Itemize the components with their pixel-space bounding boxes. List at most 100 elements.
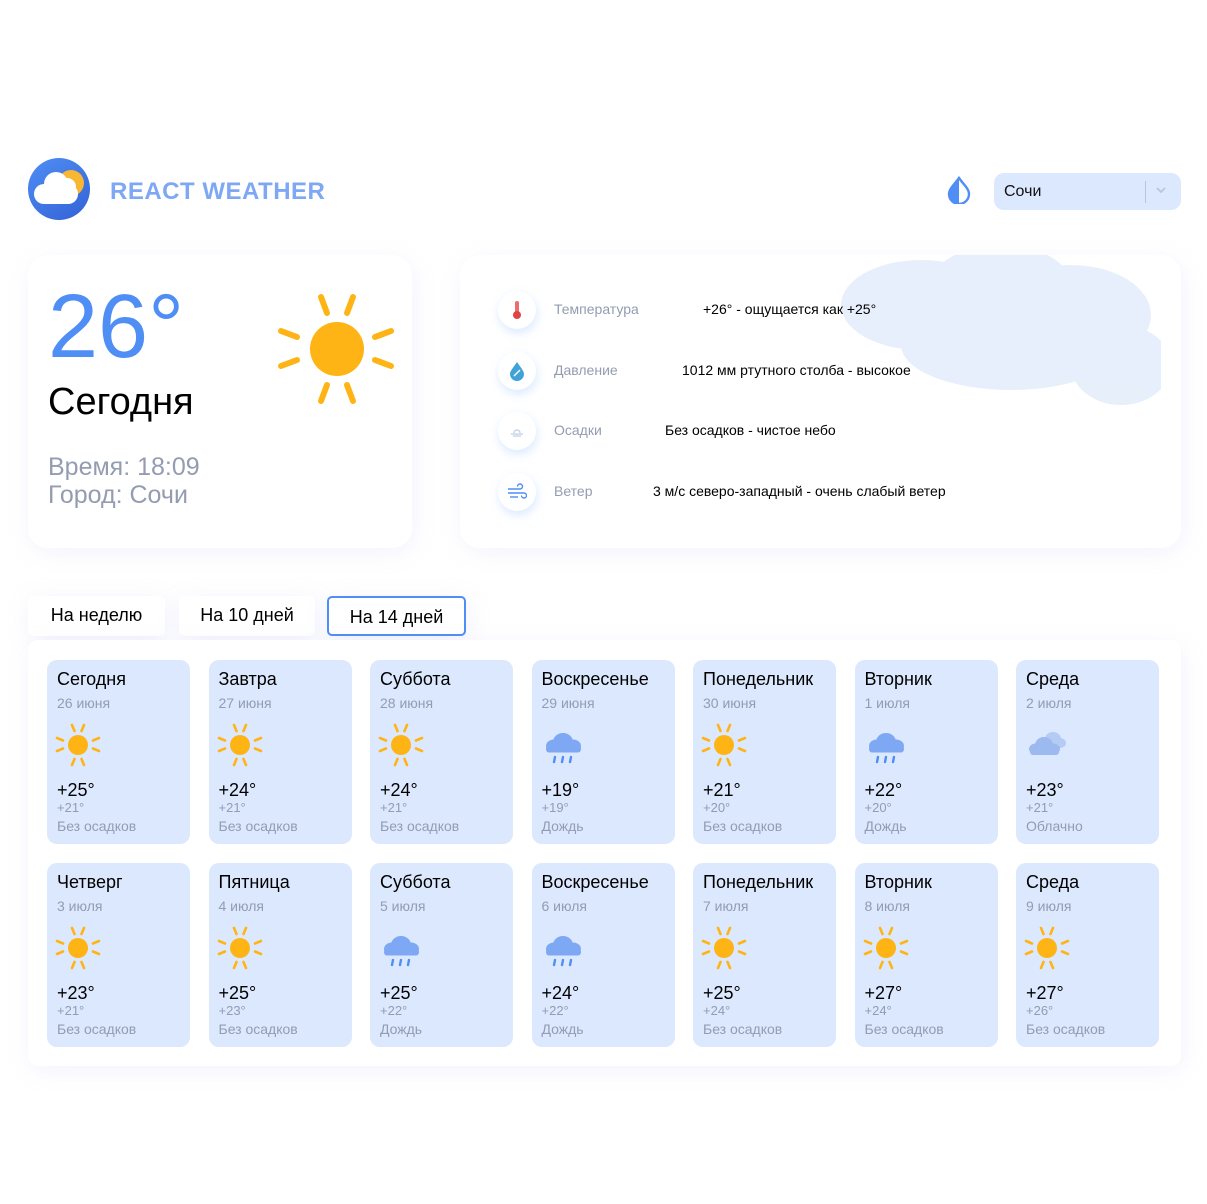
forecast-day-card[interactable]: Суббота 5 июля +25° +22° Дождь — [370, 863, 513, 1047]
forecast-max-temp: +25° — [57, 780, 95, 800]
forecast-date: 30 июня — [703, 695, 757, 711]
forecast-date: 9 июля — [1026, 898, 1072, 914]
forecast-day-name: Вторник — [864, 872, 932, 892]
forecast-day-card[interactable]: Четверг 3 июля +23° +21° Без осадков — [47, 863, 190, 1047]
sun-icon — [1024, 925, 1070, 971]
tab-week[interactable]: На неделю — [28, 596, 165, 636]
forecast-day-name: Воскресенье — [541, 669, 649, 689]
forecast-max-temp: +24° — [541, 983, 580, 1003]
sun-icon — [701, 925, 747, 971]
forecast-description: Дождь — [864, 818, 907, 834]
forecast-max-temp: +25° — [703, 983, 741, 1003]
forecast-min-temp: +21° — [57, 800, 85, 815]
current-temperature: 26° — [48, 277, 185, 377]
forecast-description: Без осадков — [218, 818, 298, 834]
forecast-day-card[interactable]: Воскресенье 6 июля +24° +22° Дождь — [531, 863, 675, 1047]
forecast-day-card[interactable]: Воскресенье 29 июня +19° +19° Дождь — [531, 660, 675, 844]
forecast-max-temp: +21° — [703, 780, 741, 800]
forecast-day-name: Суббота — [380, 669, 451, 689]
forecast-min-temp: +20° — [864, 800, 892, 815]
cloud-icon — [1024, 722, 1070, 768]
forecast-description: Без осадков — [1026, 1021, 1106, 1037]
detail-value: 3 м/с северо-западный - очень слабый вет… — [653, 483, 946, 499]
today-card: 26° Сегодня Время: 18:09 Город: Сочи — [28, 255, 412, 548]
cloud-background-icon — [841, 255, 1161, 405]
thermometer-icon — [498, 291, 536, 329]
forecast-description: Без осадков — [703, 1021, 783, 1037]
detail-label: Давление — [554, 362, 618, 378]
app-title: REACT WEATHER — [110, 178, 326, 205]
theme-toggle-icon[interactable] — [946, 175, 972, 206]
pressure-drop-icon — [498, 352, 536, 390]
forecast-day-card[interactable]: Вторник 1 июля +22° +20° Дождь — [854, 660, 998, 844]
forecast-description: Облачно — [1026, 818, 1083, 834]
forecast-description: Дождь — [380, 1021, 423, 1037]
forecast-day-card[interactable]: Среда 9 июля +27° +26° Без осадков — [1016, 863, 1159, 1047]
header: REACT WEATHER Сочи — [28, 158, 1181, 222]
forecast-day-card[interactable]: Среда 2 июля +23° +21° Облачно — [1016, 660, 1159, 844]
forecast-day-name: Четверг — [57, 872, 123, 892]
current-city: Город: Сочи — [48, 481, 188, 509]
forecast-description: Дождь — [541, 1021, 584, 1037]
forecast-day-card[interactable]: Суббота 28 июня +24° +21° Без осадков — [370, 660, 513, 844]
forecast-day-card[interactable]: Сегодня 26 июня +25° +21° Без осадков — [47, 660, 190, 844]
forecast-description: Дождь — [541, 818, 584, 834]
forecast-date: 2 июля — [1026, 695, 1072, 711]
forecast-max-temp: +27° — [864, 983, 903, 1003]
tab-label: На 10 дней — [200, 605, 294, 625]
forecast-min-temp: +24° — [703, 1003, 731, 1018]
forecast-day-name: Воскресенье — [541, 872, 649, 892]
detail-value: 1012 мм ртутного столба - высокое — [682, 362, 911, 378]
sun-icon — [278, 294, 394, 404]
forecast-min-temp: +19° — [541, 800, 569, 815]
logo-icon — [28, 158, 90, 220]
forecast-grid: Сегодня 26 июня +25° +21° Без осадков Завтра 2… — [28, 640, 1181, 1066]
tab-14-days[interactable]: На 14 дней — [327, 596, 466, 636]
forecast-date: 4 июля — [218, 898, 264, 914]
forecast-day-name: Суббота — [380, 872, 451, 892]
forecast-day-card[interactable]: Понедельник 7 июля +25° +24° Без осадков — [693, 863, 836, 1047]
sun-icon — [55, 925, 101, 971]
forecast-date: 1 июля — [864, 695, 910, 711]
forecast-min-temp: +20° — [703, 800, 731, 815]
forecast-date: 5 июля — [380, 898, 426, 914]
forecast-min-temp: +21° — [218, 800, 246, 815]
detail-label: Осадки — [554, 422, 602, 438]
forecast-max-temp: +24° — [380, 780, 418, 800]
rain-icon — [540, 925, 586, 971]
sun-icon — [378, 722, 424, 768]
detail-label: Температура — [554, 301, 639, 317]
city-select-value: Сочи — [1004, 183, 1042, 200]
sun-icon — [217, 722, 263, 768]
forecast-date: 26 июня — [57, 695, 111, 711]
chevron-down-icon — [1156, 187, 1166, 194]
city-select[interactable]: Сочи — [994, 173, 1181, 210]
rain-icon — [378, 925, 424, 971]
detail-label: Ветер — [554, 483, 593, 499]
forecast-description: Без осадков — [218, 1021, 298, 1037]
wind-icon — [498, 473, 536, 511]
forecast-day-name: Понедельник — [703, 872, 814, 892]
forecast-max-temp: +27° — [1026, 983, 1064, 1003]
detail-value: Без осадков - чистое небо — [665, 422, 836, 438]
forecast-day-name: Пятница — [218, 872, 290, 892]
forecast-day-card[interactable]: Понедельник 30 июня +21° +20° Без осадков — [693, 660, 836, 844]
forecast-day-card[interactable]: Завтра 27 июня +24° +21° Без осадков — [208, 660, 352, 844]
forecast-date: 6 июля — [541, 898, 587, 914]
forecast-date: 29 июня — [541, 695, 595, 711]
forecast-day-name: Среда — [1026, 872, 1080, 892]
forecast-max-temp: +25° — [380, 983, 418, 1003]
forecast-date: 8 июля — [864, 898, 910, 914]
forecast-description: Без осадков — [57, 1021, 137, 1037]
today-label: Сегодня — [48, 381, 194, 423]
forecast-min-temp: +21° — [1026, 800, 1054, 815]
select-separator — [1145, 181, 1146, 203]
forecast-max-temp: +19° — [541, 780, 580, 800]
sun-icon — [863, 925, 909, 971]
tab-10-days[interactable]: На 10 дней — [179, 596, 315, 636]
forecast-day-card[interactable]: Вторник 8 июля +27° +24° Без осадков — [854, 863, 998, 1047]
forecast-date: 27 июня — [218, 695, 272, 711]
forecast-description: Без осадков — [57, 818, 137, 834]
sun-icon — [55, 722, 101, 768]
forecast-day-card[interactable]: Пятница 4 июля +25° +23° Без осадков — [208, 863, 352, 1047]
